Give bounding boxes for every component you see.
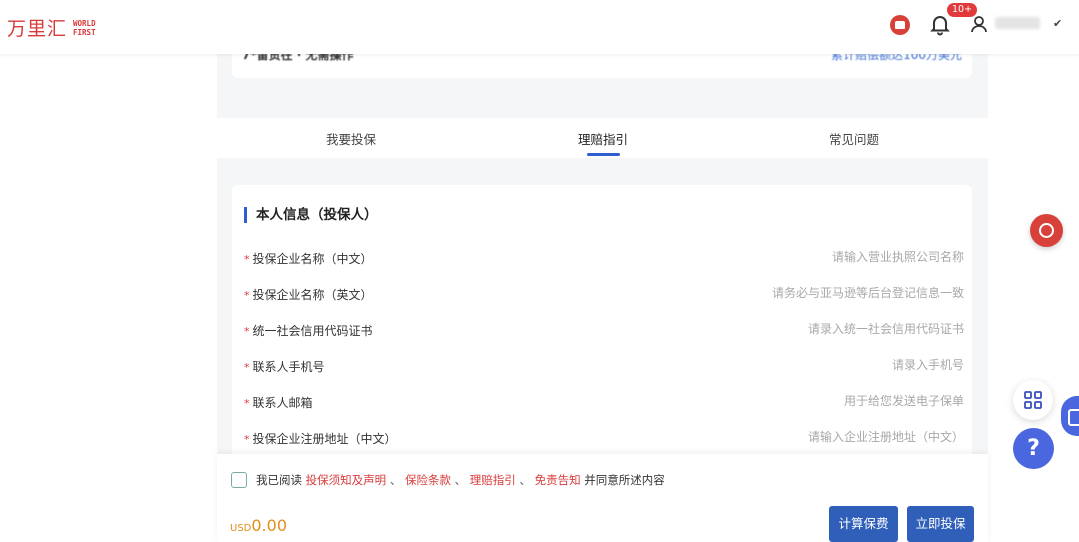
- tab-faq[interactable]: 常见问题: [829, 129, 879, 148]
- field-placeholder[interactable]: 请务必与亚马逊等后台登记信息一致: [772, 284, 964, 301]
- field-contact-email[interactable]: * 联系人邮箱 用于给您发送电子保单: [244, 392, 964, 412]
- separator: 、: [519, 473, 531, 487]
- agreement-checkbox[interactable]: [231, 472, 247, 488]
- tab-claims-guide[interactable]: 理赔指引: [578, 129, 628, 148]
- field-company-name-cn[interactable]: * 投保企业名称（中文） 请输入营业执照公司名称: [244, 248, 964, 268]
- field-placeholder[interactable]: 请输入营业执照公司名称: [832, 248, 964, 265]
- field-registered-address-cn[interactable]: * 投保企业注册地址（中文） 请输入企业注册地址（中文）: [244, 428, 964, 448]
- agreement-text: 我已阅读 投保须知及声明 、 保险条款 、 理赔指引 、 免责告知 并同意所述内…: [256, 472, 665, 488]
- required-mark: *: [244, 433, 250, 446]
- buy-now-button[interactable]: 立即投保: [907, 506, 974, 542]
- tab-apply[interactable]: 我要投保: [326, 129, 376, 148]
- field-label: 统一社会信用代码证书: [252, 324, 373, 338]
- field-contact-phone[interactable]: * 联系人手机号 请录入手机号: [244, 356, 964, 376]
- qr-code-icon[interactable]: [1013, 380, 1053, 420]
- link-insurance-notice[interactable]: 投保须知及声明: [306, 473, 387, 487]
- field-label: 联系人邮箱: [252, 396, 313, 410]
- field-placeholder[interactable]: 用于给您发送电子保单: [844, 392, 964, 409]
- username-redacted[interactable]: [995, 17, 1040, 29]
- field-placeholder[interactable]: 请输入企业注册地址（中文）: [808, 428, 964, 445]
- field-credit-code[interactable]: * 统一社会信用代码证书 请录入统一社会信用代码证书: [244, 320, 964, 340]
- calculate-premium-button[interactable]: 计算保费: [829, 506, 898, 542]
- bell-icon[interactable]: [928, 12, 952, 36]
- agreement-suffix: 并同意所述内容: [584, 473, 665, 487]
- logo-english-line-1: WORLD: [73, 18, 96, 28]
- agreement-prefix: 我已阅读: [256, 473, 302, 487]
- separator: 、: [389, 473, 402, 487]
- user-icon[interactable]: [970, 14, 990, 34]
- field-label: 投保企业注册地址（中文）: [252, 432, 397, 446]
- separator: 、: [454, 473, 467, 487]
- logo-chinese-text: 万里汇: [7, 18, 68, 40]
- price-amount: 0.00: [251, 516, 287, 535]
- red-badge-icon[interactable]: [890, 15, 910, 35]
- video-play-icon[interactable]: [1030, 214, 1063, 247]
- required-mark: *: [244, 361, 250, 374]
- logo-english-text: WORLD FIRST: [73, 19, 96, 37]
- required-mark: *: [244, 289, 250, 302]
- logo-english-line-2: FIRST: [73, 27, 96, 37]
- tab-bar: 我要投保 理赔指引 常见问题: [217, 118, 988, 158]
- required-mark: *: [244, 325, 250, 338]
- premium-price: USD0.00: [230, 516, 287, 535]
- worldfirst-logo[interactable]: 万里汇 WORLD FIRST: [7, 14, 96, 41]
- required-mark: *: [244, 253, 250, 266]
- help-question-icon[interactable]: ?: [1013, 428, 1054, 469]
- required-mark: *: [244, 397, 250, 410]
- field-label: 投保企业名称（英文）: [252, 288, 373, 302]
- side-chat-icon[interactable]: [1061, 396, 1079, 436]
- link-claims-guide[interactable]: 理赔指引: [470, 473, 516, 487]
- field-company-name-en[interactable]: * 投保企业名称（英文） 请务必与亚马逊等后台登记信息一致: [244, 284, 964, 304]
- link-disclaimer[interactable]: 免责告知: [535, 473, 581, 487]
- field-placeholder[interactable]: 请录入统一社会信用代码证书: [808, 320, 964, 337]
- section-title: 本人信息（投保人）: [244, 207, 378, 223]
- link-insurance-terms[interactable]: 保险条款: [405, 473, 451, 487]
- active-tab-indicator: [587, 153, 620, 156]
- field-label: 联系人手机号: [252, 360, 325, 374]
- field-label: 投保企业名称（中文）: [252, 252, 373, 266]
- chevron-down-icon[interactable]: ✔: [1053, 17, 1062, 30]
- top-header: 万里汇 WORLD FIRST 10+ ✔: [0, 0, 1079, 54]
- bottom-action-bar: 我已阅读 投保须知及声明 、 保险条款 、 理赔指引 、 免责告知 并同意所述内…: [217, 454, 988, 542]
- currency-code: USD: [230, 523, 252, 534]
- policyholder-form: 本人信息（投保人） * 投保企业名称（中文） 请输入营业执照公司名称 * 投保企业名…: [232, 185, 972, 475]
- field-placeholder[interactable]: 请录入手机号: [892, 356, 964, 373]
